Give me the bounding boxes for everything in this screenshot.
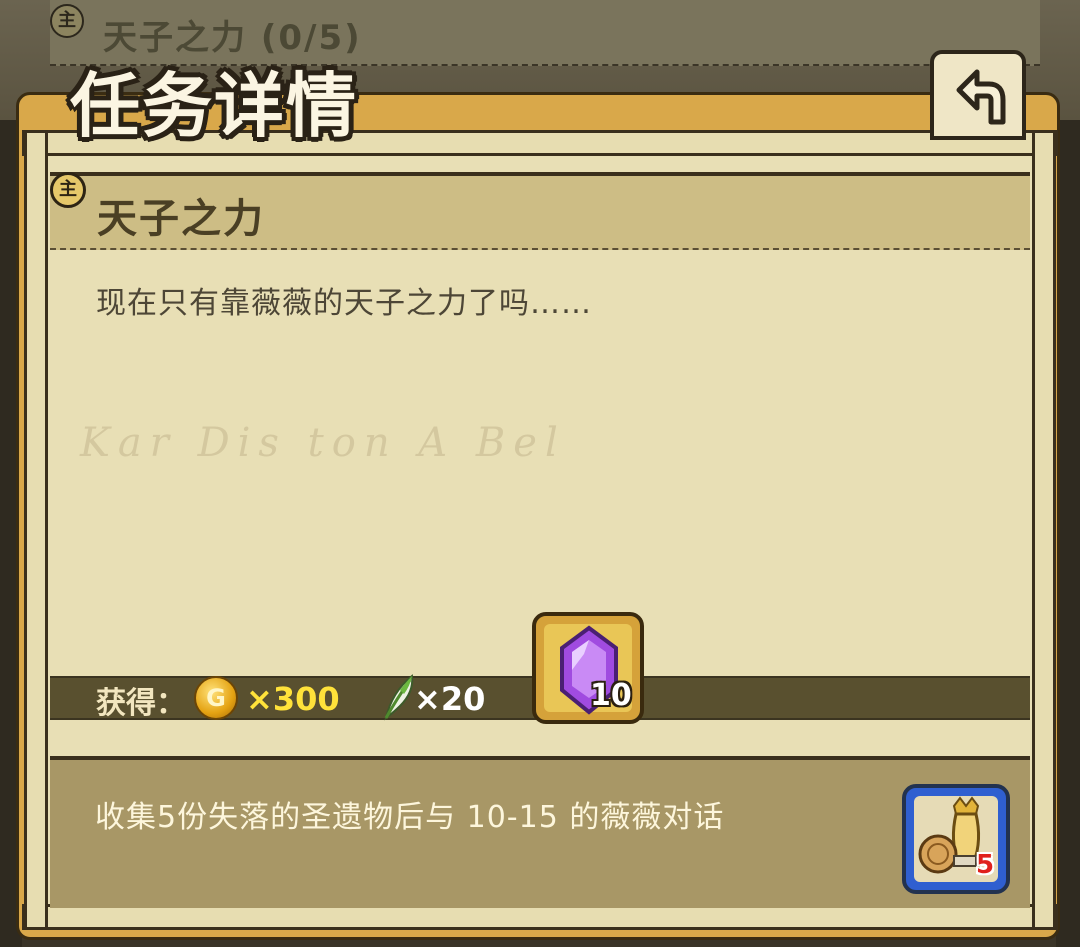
quest-description: 现在只有靠薇薇的天子之力了吗…… bbox=[96, 278, 592, 322]
quest-type-badge: 主 bbox=[50, 172, 86, 208]
back-button[interactable] bbox=[930, 50, 1026, 140]
map-watermark: Kar Dis ton A Bel bbox=[80, 420, 566, 466]
background-quest-badge: 主 bbox=[50, 4, 84, 38]
back-arrow-icon bbox=[943, 60, 1013, 130]
feather-amount: ×20 bbox=[414, 680, 485, 718]
frame-right-rail bbox=[1032, 130, 1056, 930]
feather-icon bbox=[378, 672, 418, 722]
frame-left-rail bbox=[24, 130, 48, 930]
panel-title: 任务详情 bbox=[70, 50, 358, 151]
relic-count: 5 bbox=[976, 850, 994, 880]
gem-count: 10 bbox=[590, 678, 632, 713]
quest-name: 天子之力 bbox=[97, 186, 265, 244]
objective-text: 收集5份失落的圣遗物后与 10-15 的薇薇对话 bbox=[95, 792, 724, 836]
reward-label: 获得： bbox=[96, 678, 186, 722]
gold-coin-icon: G bbox=[194, 676, 238, 720]
coin-amount: ×300 bbox=[246, 680, 340, 718]
